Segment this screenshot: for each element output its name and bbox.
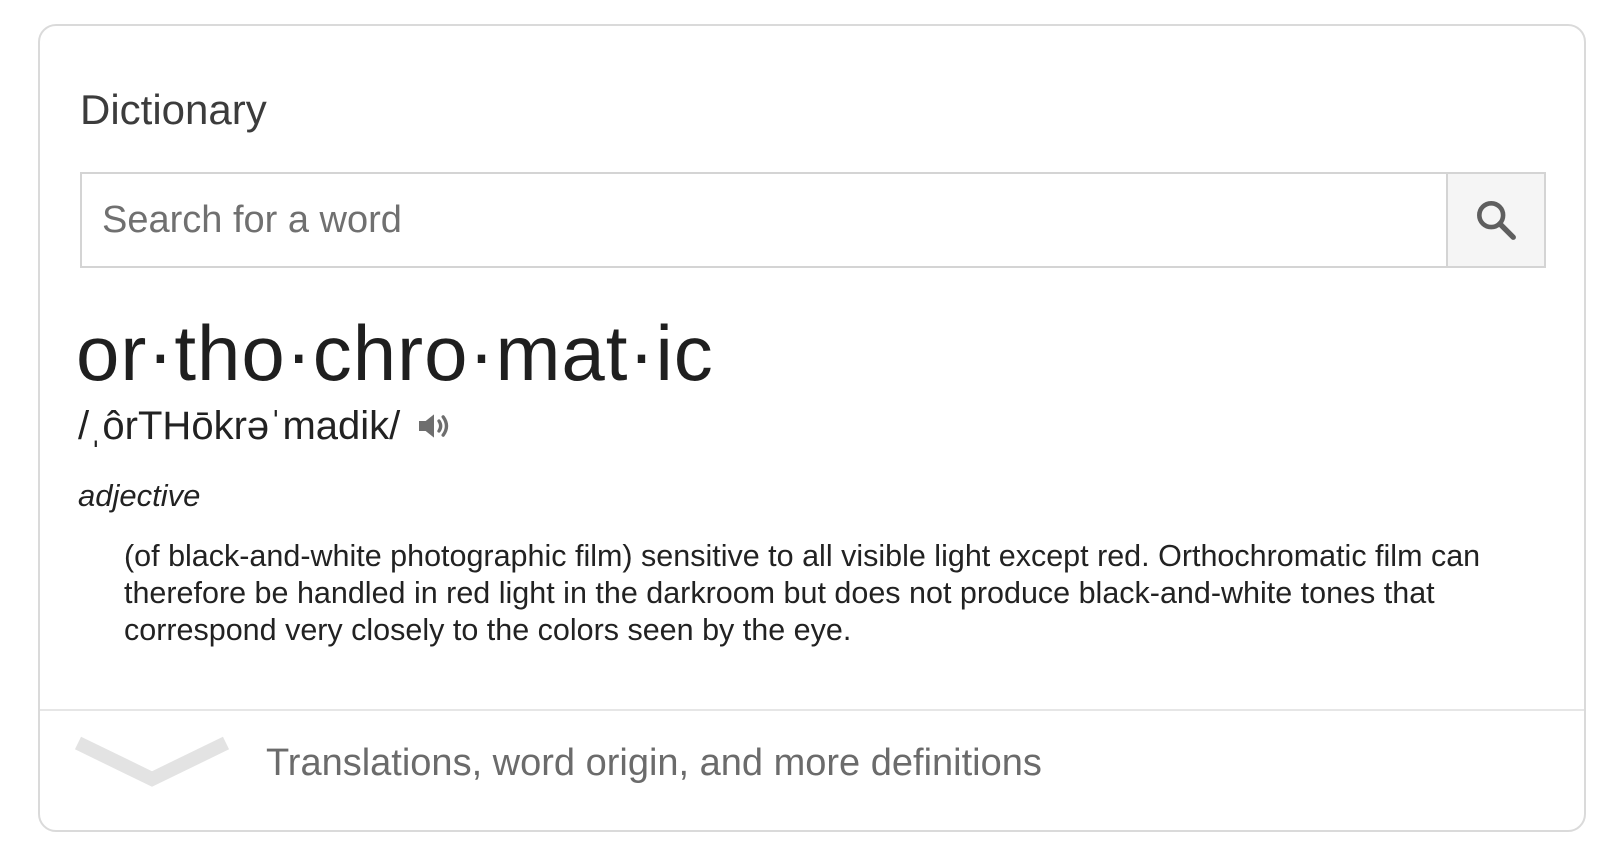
play-pronunciation-button[interactable]: [412, 404, 456, 448]
search-icon: [1473, 197, 1519, 243]
pronunciation-row: /ˌôrTHōkrəˈmadik/: [78, 404, 456, 448]
part-of-speech: adjective: [78, 478, 201, 513]
speaker-icon: [414, 406, 454, 446]
definition-text: (of black-and-white photographic film) s…: [124, 539, 1481, 647]
search-input[interactable]: [82, 174, 1446, 266]
headword: or·tho·chro·mat·ic: [76, 309, 714, 397]
phonetic-spelling: /ˌôrTHōkrəˈmadik/: [78, 404, 401, 448]
more-definitions-label: Translations, word origin, and more defi…: [266, 741, 1042, 784]
card-title: Dictionary: [80, 86, 267, 133]
search-button[interactable]: [1446, 174, 1544, 266]
more-definitions-toggle[interactable]: Translations, word origin, and more defi…: [40, 711, 1584, 815]
dictionary-card: Dictionary or·tho·chro·mat·ic /ˌôrTHōkrə…: [38, 24, 1586, 832]
chevron-down-icon: [40, 733, 230, 793]
search-box: [80, 172, 1546, 268]
